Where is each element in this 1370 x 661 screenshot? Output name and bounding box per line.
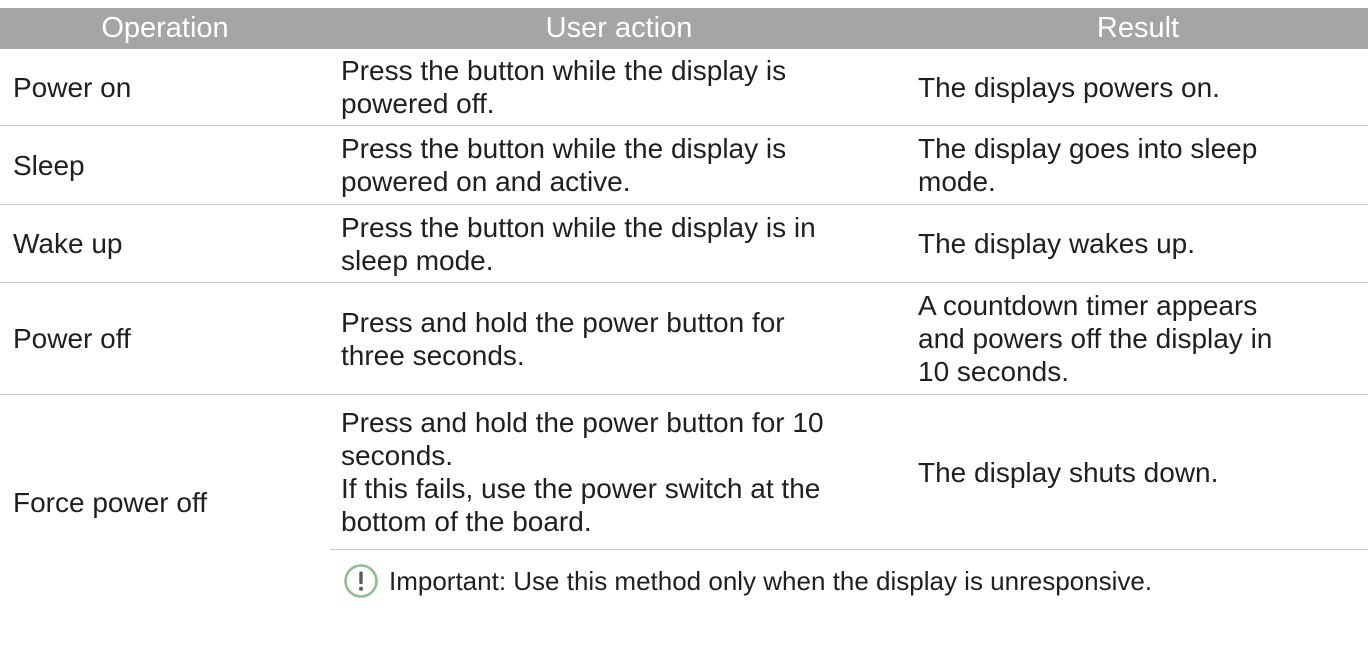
result-cell: A countdown timer appears and powers off… — [908, 282, 1368, 395]
result-line: mode. — [918, 166, 996, 197]
result-line: The display shuts down. — [918, 456, 1219, 488]
note-text: Important: Use this method only when the… — [389, 566, 1153, 596]
action-line: Press and hold the power button for — [341, 306, 785, 338]
action-line: powered on and active. — [341, 166, 631, 197]
action-line: Press the button while the display is in — [341, 211, 816, 243]
result-line: The display wakes up. — [918, 228, 1196, 259]
operation-cell: Sleep — [0, 125, 330, 205]
table-row: Sleep Press the button while the display… — [0, 125, 1368, 205]
action-line: If this fails, use the power switch at t… — [341, 473, 821, 504]
result-cell: The display shuts down. — [908, 394, 1368, 550]
user-action-cell: Press and hold the power button for 10 s… — [330, 394, 908, 550]
operation-cell: Power on — [0, 49, 330, 126]
result-line: The display goes into sleep — [918, 133, 1258, 164]
user-action-cell: Press and hold the power button for thre… — [330, 282, 908, 395]
action-line: three seconds. — [341, 339, 525, 371]
action-line: seconds. — [341, 440, 454, 471]
result-cell: The displays powers on. — [908, 49, 1368, 126]
action-line: Press the button while the display is — [341, 133, 787, 164]
operations-table: Operation User action Result Power on Pr… — [0, 8, 1368, 610]
operation-cell: Wake up — [0, 204, 330, 283]
exclamation-circle-icon — [343, 563, 379, 599]
action-line: sleep mode. — [341, 244, 494, 276]
result-line: and powers off the display in — [918, 323, 1273, 354]
table-row: Power on Press the button while the disp… — [0, 49, 1368, 126]
user-action-cell: Press the button while the display is po… — [330, 125, 908, 205]
header-user-action: User action — [330, 8, 908, 49]
table-row: Wake up Press the button while the displ… — [0, 204, 1368, 283]
action-line: powered off. — [341, 88, 495, 119]
table-header-row: Operation User action Result — [0, 8, 1368, 49]
action-line: bottom of the board. — [341, 506, 592, 537]
result-line: 10 seconds. — [918, 356, 1069, 387]
operation-cell: Force power off — [13, 487, 208, 518]
action-line: Press the button while the display is — [341, 55, 787, 86]
operation-cell: Power off — [0, 282, 330, 395]
result-line: A countdown timer appears — [918, 290, 1258, 321]
result-cell: The display wakes up. — [908, 204, 1368, 283]
user-action-cell: Press the button while the display is po… — [330, 49, 908, 126]
table-row: Power off Press and hold the power butto… — [0, 282, 1368, 395]
action-line: Press and hold the power button for 10 — [341, 407, 824, 438]
header-result: Result — [908, 8, 1368, 49]
note-cell: Important: Use this method only when the… — [330, 550, 1368, 611]
table-row: Force power off Press and hold the power… — [0, 394, 1368, 550]
result-cell: The display goes into sleep mode. — [908, 125, 1368, 205]
result-line: The displays powers on. — [918, 71, 1220, 103]
header-operation: Operation — [0, 8, 330, 49]
important-note: Important: Use this method only when the… — [343, 561, 1358, 599]
page: Operation User action Result Power on Pr… — [0, 0, 1370, 661]
user-action-cell: Press the button while the display is in… — [330, 204, 908, 283]
